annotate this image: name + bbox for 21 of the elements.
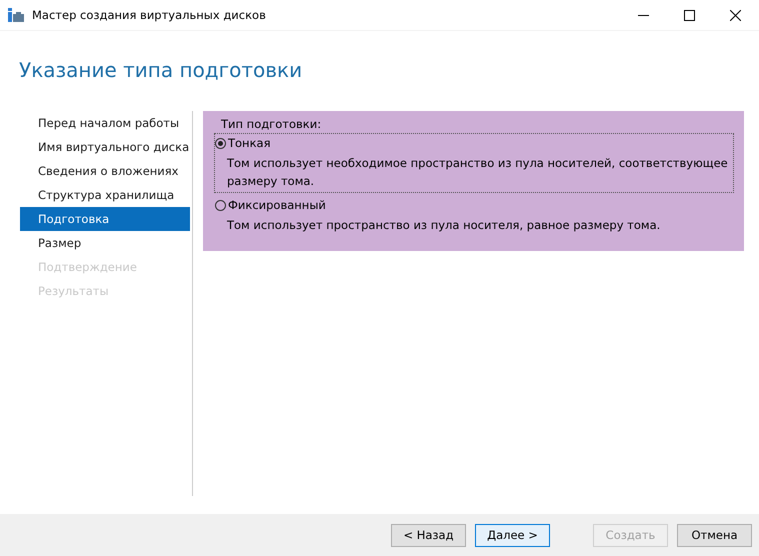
maximize-icon[interactable] xyxy=(684,10,695,20)
option-description: Том использует необходимое пространство из пула носителей, соответствующее размеру тома. xyxy=(227,155,729,190)
wizard-button[interactable]: Далее > xyxy=(475,524,550,546)
wizard-step[interactable]: Подготовка xyxy=(20,207,190,231)
wizard-step[interactable]: Размер xyxy=(20,231,190,255)
wizard-step[interactable]: Структура хранилища xyxy=(20,183,190,207)
wizard-step[interactable]: Имя виртуального диска xyxy=(20,135,190,159)
page-heading: Указание типа подготовки xyxy=(18,57,304,84)
group-label: Тип подготовки: xyxy=(221,116,322,133)
radio-button[interactable] xyxy=(215,138,226,148)
server-icon xyxy=(8,8,24,22)
option-label[interactable]: Фиксированный xyxy=(228,198,326,212)
option-label[interactable]: Тонкая xyxy=(228,136,270,150)
wizard-step[interactable]: Сведения о вложениях xyxy=(20,159,190,183)
wizard-step[interactable]: Перед началом работы xyxy=(20,111,190,135)
close-icon[interactable] xyxy=(730,10,741,20)
wizard-button[interactable]: < Назад xyxy=(391,524,466,546)
radio-button[interactable] xyxy=(215,200,226,210)
wizard-button[interactable]: Отмена xyxy=(677,524,752,546)
window-title: Мастер создания виртуальных дисков xyxy=(32,8,266,22)
option-description: Том использует пространство из пула носителя, равное размеру тома. xyxy=(227,217,662,234)
